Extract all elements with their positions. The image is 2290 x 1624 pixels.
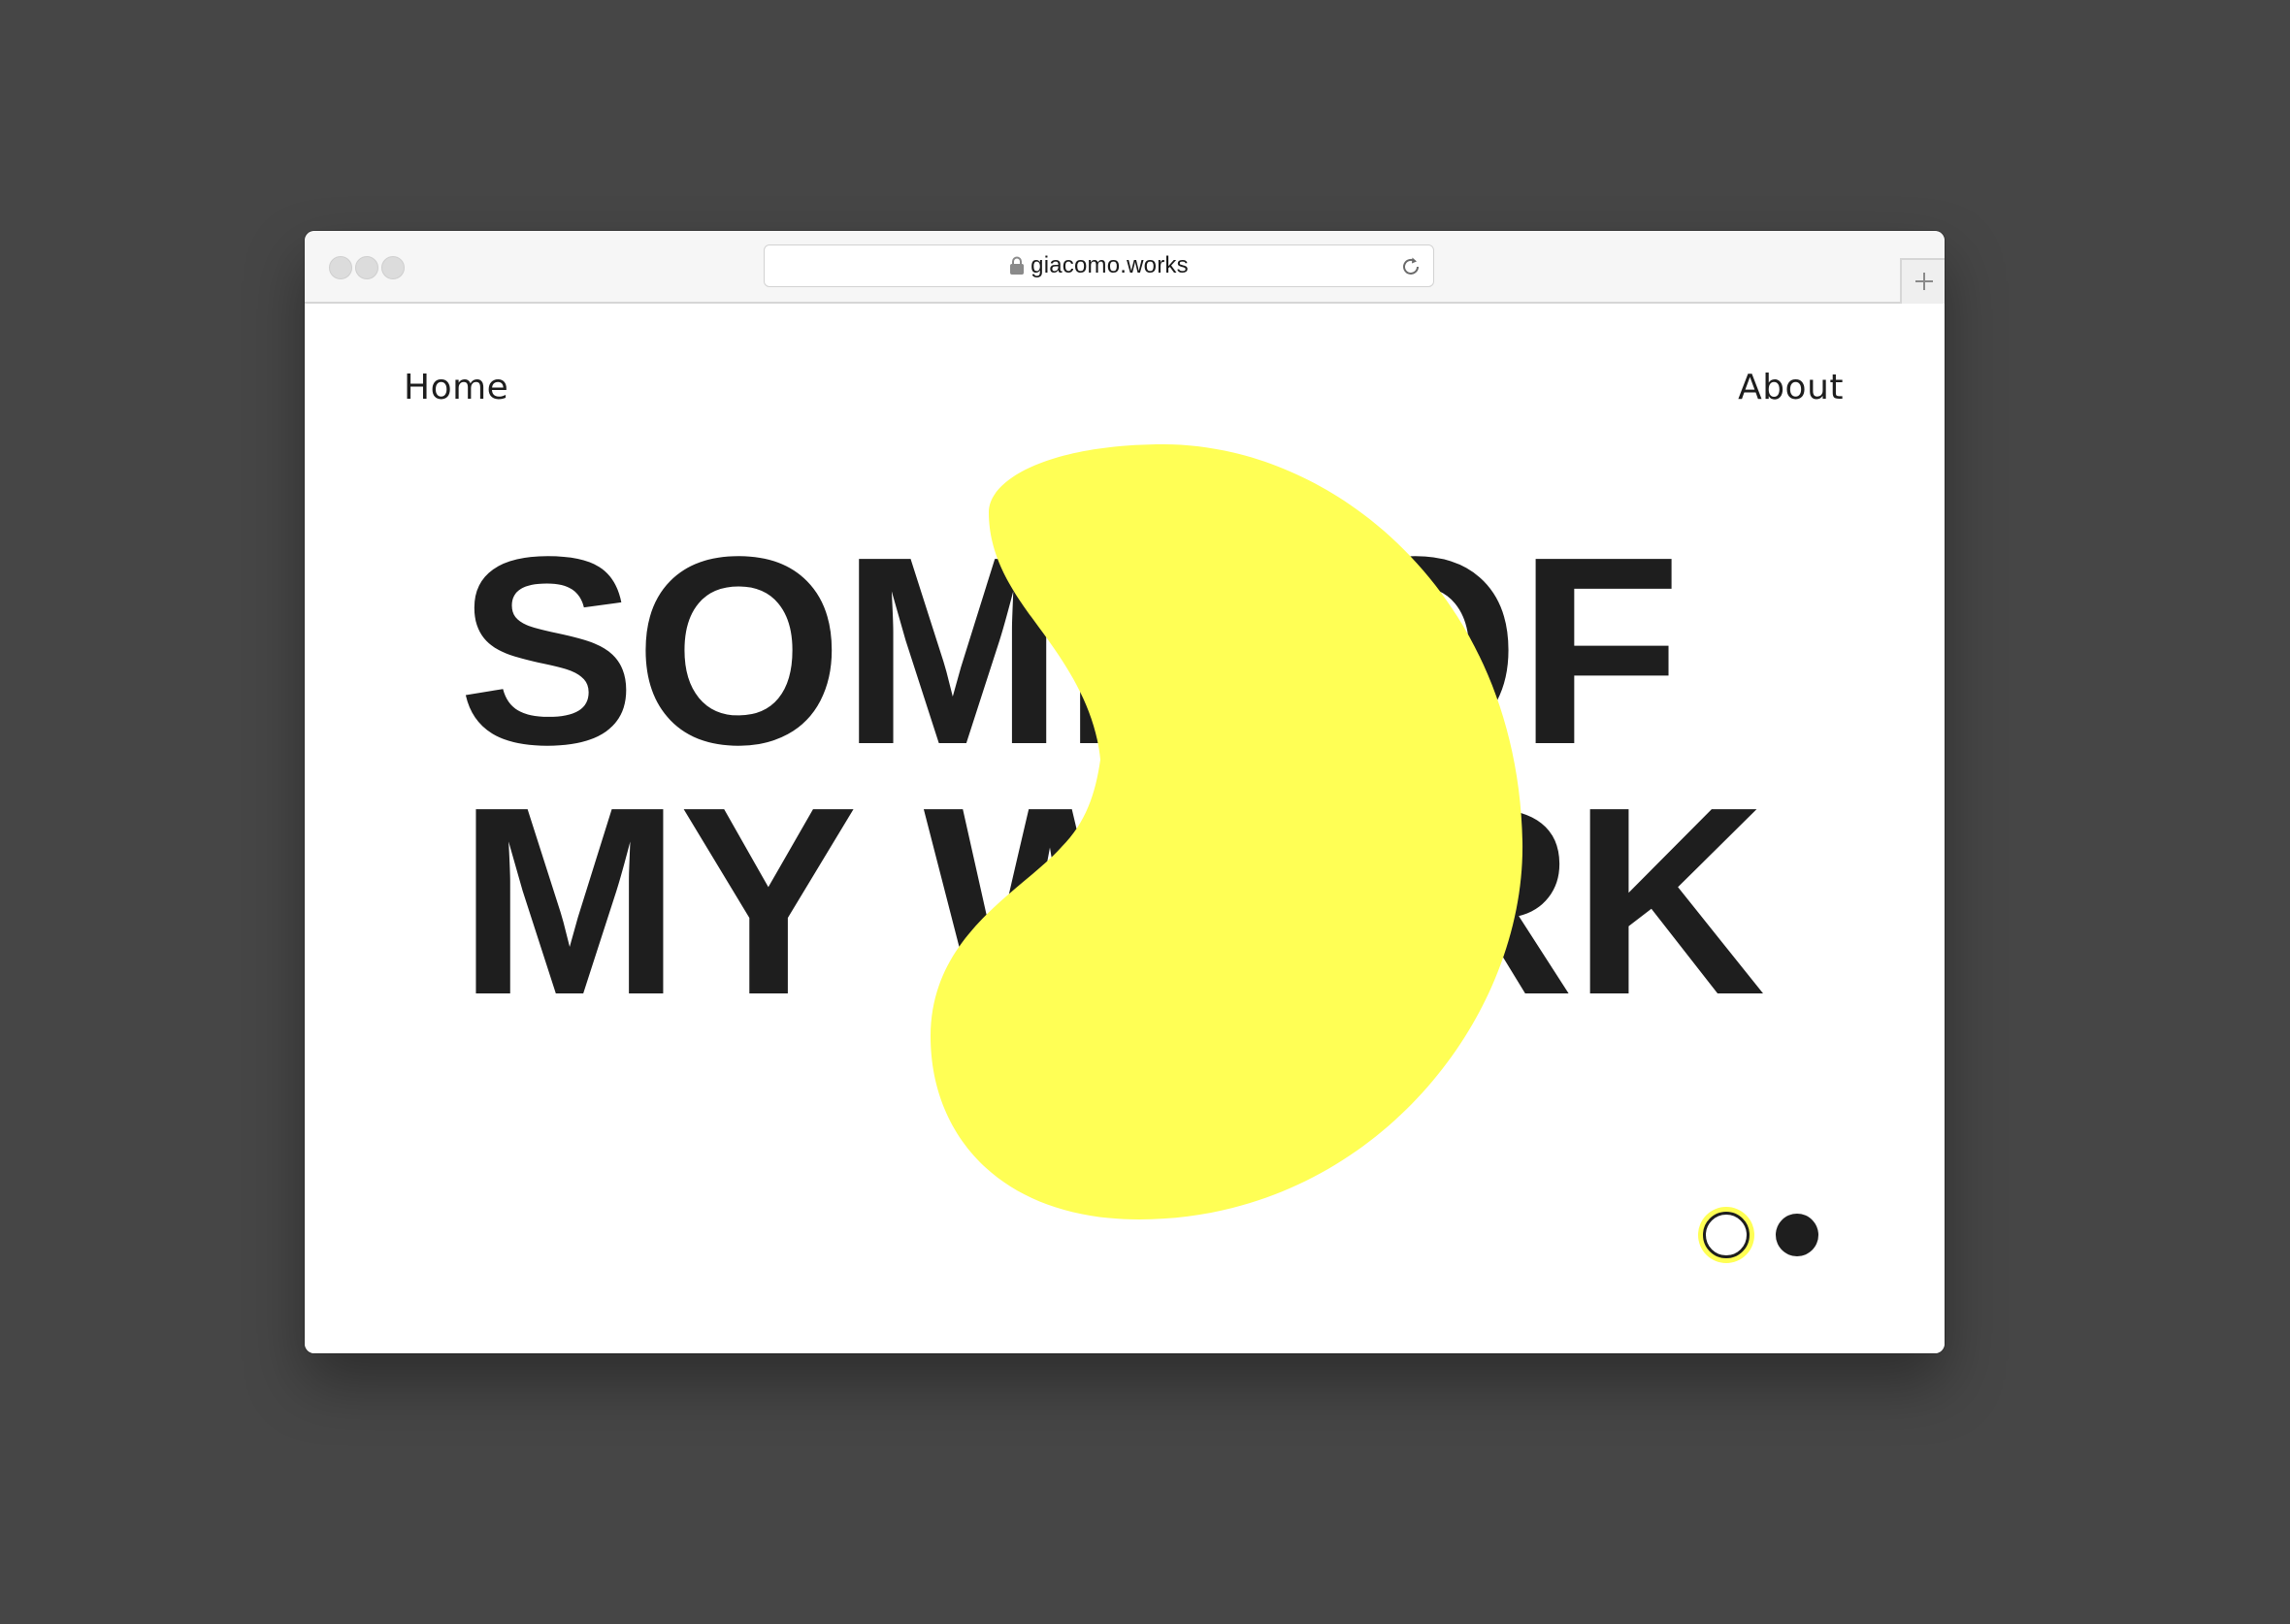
light-theme-toggle[interactable]	[1703, 1212, 1750, 1258]
hero-line-2: MY WORK	[458, 752, 1766, 1051]
browser-window: giacomo.works Home About SOME OF MY WORK	[305, 231, 1945, 1353]
browser-titlebar: giacomo.works	[305, 231, 1945, 304]
reload-icon[interactable]	[1398, 254, 1423, 279]
address-bar[interactable]: giacomo.works	[764, 244, 1434, 287]
nav-home-link[interactable]: Home	[404, 368, 508, 407]
minimize-window-button[interactable]	[355, 256, 378, 279]
new-tab-button[interactable]	[1900, 258, 1945, 304]
close-window-button[interactable]	[329, 256, 352, 279]
hero-line-1: SOME OF	[458, 502, 1682, 800]
nav-about-link[interactable]: About	[1738, 368, 1844, 407]
lock-icon	[1010, 256, 1025, 275]
plus-icon	[1915, 273, 1933, 290]
hero-headline: SOME OF MY WORK	[458, 502, 1855, 1035]
zoom-window-button[interactable]	[381, 256, 405, 279]
page-content: Home About SOME OF MY WORK	[305, 304, 1945, 1353]
url-text: giacomo.works	[1030, 252, 1189, 278]
dark-theme-toggle[interactable]	[1776, 1214, 1818, 1256]
